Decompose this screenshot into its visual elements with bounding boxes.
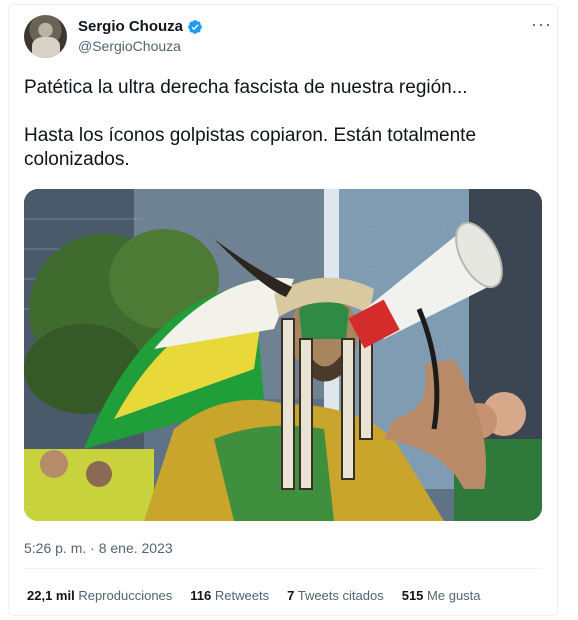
author-handle[interactable]: @SergioChouza — [78, 38, 181, 54]
tweet-text: Patética la ultra derecha fascista de nu… — [24, 76, 544, 196]
verified-badge-icon — [187, 19, 203, 35]
tweet-stats: 22,1 mil Reproducciones 116 Retweets 7 T… — [27, 588, 499, 603]
views-label: Reproducciones — [78, 588, 173, 603]
quotes-count: 7 — [287, 588, 295, 603]
quotes-label: Tweets citados — [297, 588, 384, 603]
author-name-row[interactable]: Sergio Chouza — [78, 18, 203, 35]
retweets-count: 116 — [190, 588, 212, 603]
likes-count: 515 — [401, 588, 424, 603]
tweet-text-line-2: Hasta los íconos golpistas copiaron. Est… — [24, 125, 477, 170]
tweet-photo[interactable] — [24, 189, 542, 521]
retweets-label: Retweets — [214, 588, 270, 603]
likes-stat[interactable]: 515 Me gusta — [402, 588, 481, 603]
views-stat[interactable]: 22,1 mil Reproducciones — [27, 588, 172, 603]
tweet-timestamp[interactable]: 5:26 p. m. · 8 ene. 2023 — [24, 540, 173, 556]
tweet-text-line-1: Patética la ultra derecha fascista de nu… — [24, 77, 468, 98]
more-options-icon[interactable]: ··· — [531, 14, 552, 35]
author-display-name[interactable]: Sergio Chouza — [78, 18, 183, 35]
avatar[interactable] — [24, 15, 67, 58]
divider — [24, 568, 542, 569]
quotes-stat[interactable]: 7 Tweets citados — [287, 588, 384, 603]
views-count: 22,1 mil — [27, 588, 75, 603]
likes-label: Me gusta — [427, 588, 481, 603]
retweets-stat[interactable]: 116 Retweets — [190, 588, 269, 603]
